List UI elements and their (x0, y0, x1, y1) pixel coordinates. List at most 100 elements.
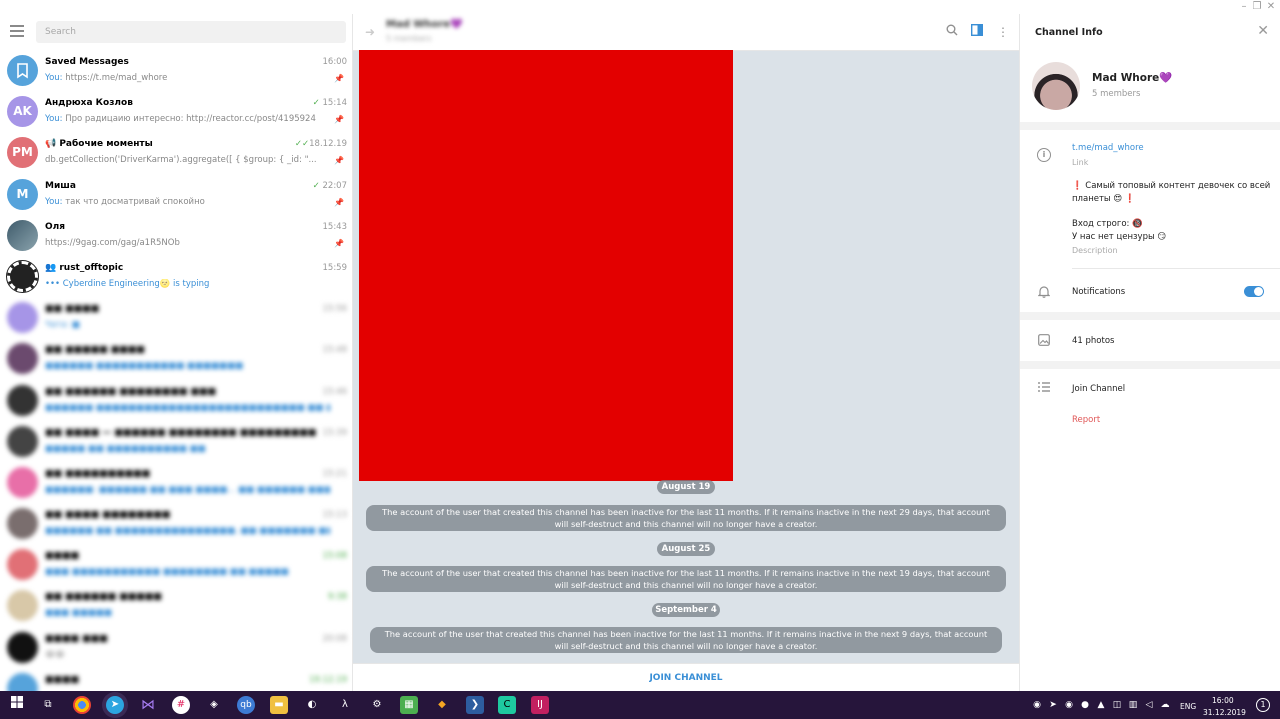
hamburger-menu-icon[interactable] (10, 25, 24, 37)
avatar (7, 672, 38, 691)
windows-start-icon[interactable] (8, 696, 26, 714)
chat-item[interactable]: ■■ ■■■■■■ ■■■■■ 9:38 ■■■ ■■■■■ (0, 585, 352, 626)
chat-item[interactable]: ■■ ■■■■ — ■■■■■■ ■■■■■■■■ ■■■■■■■■■ 15:3… (0, 421, 352, 462)
more-options-icon[interactable]: ⋮ (994, 23, 1012, 41)
chat-preview: ■■■ ■■■■■■■■■■■ ■■■■■■■■ ■■ ■■■■■ (45, 567, 289, 578)
double-check-icon: ✓✓ (294, 139, 310, 150)
info-icon: i (1037, 148, 1051, 162)
avatar (7, 590, 38, 622)
service-message: The account of the user that created thi… (366, 505, 1006, 531)
join-channel-link[interactable]: Join Channel (1072, 384, 1125, 394)
media-image[interactable] (359, 50, 733, 481)
sidebar-toggle-icon[interactable] (968, 23, 986, 41)
description-line: У нас нет цензуры 😏 (1072, 232, 1167, 242)
chat-time: 15:08 (322, 551, 348, 562)
chat-time: 15:21 (322, 468, 348, 479)
maximize-icon[interactable]: ❐ (1250, 0, 1264, 14)
tray-icon[interactable]: ● (1078, 696, 1092, 714)
chat-name: Миша (45, 180, 76, 191)
service-message: The account of the user that created thi… (370, 627, 1002, 653)
intellij-icon[interactable]: IJ (531, 696, 549, 714)
clock-time[interactable]: 16:00 (1212, 696, 1234, 705)
chat-item-rust-offtopic[interactable]: 👥 rust_offtopic 15:59 ••• Cyberdine Engi… (0, 256, 352, 297)
chat-preview-text: так что досматривай спокойно (65, 196, 205, 207)
join-channel-button[interactable]: JOIN CHANNEL (353, 664, 1019, 691)
chat-item[interactable]: ■■ ■■■■■ ■■■■ 15:48 ■■■■■■ ■■■■■■■■■■■ ■… (0, 338, 352, 379)
channel-link[interactable]: t.me/mad_whore (1072, 143, 1144, 153)
chat-item[interactable]: ■■■■ 15:08 ■■■ ■■■■■■■■■■■ ■■■■■■■■ ■■ ■… (0, 544, 352, 585)
close-icon[interactable]: ✕ (1257, 23, 1269, 39)
task-view-icon[interactable]: ⧉ (39, 696, 57, 714)
lambda-icon[interactable]: λ (336, 696, 354, 714)
visual-studio-icon[interactable]: ⋈ (139, 696, 157, 714)
volume-icon[interactable]: ◁ (1142, 696, 1156, 714)
qbittorrent-icon[interactable]: qb (237, 696, 255, 714)
service-message: The account of the user that created thi… (366, 566, 1006, 592)
chat-item-work-moments[interactable]: PM 📢 Рабочие моменты ✓✓18.12.19 db.getCo… (0, 132, 352, 173)
chat-preview: ■■■■■■ ■■■■■■■■■■■■■■■■■■■■■■■■■■ ■■ ■■■… (45, 402, 330, 413)
powershell-icon[interactable]: ❯ (466, 696, 484, 714)
photos-link[interactable]: 41 photos (1072, 336, 1114, 346)
search-icon[interactable] (943, 23, 961, 41)
chat-preview-text: https://t.me/mad_whore (65, 73, 168, 83)
clock-date[interactable]: 31.12.2019 (1203, 708, 1246, 717)
cloud-icon[interactable]: ☁ (1158, 696, 1172, 714)
chat-name: ■■ ■■■■■ ■■■■ (45, 345, 145, 356)
chat-item[interactable]: ■■■■ 19.12.19 (0, 668, 352, 691)
language-indicator[interactable]: ENG (1180, 702, 1196, 711)
spreadsheet-icon[interactable]: ▦ (400, 696, 418, 714)
list-icon (1037, 382, 1051, 396)
steam-icon[interactable]: ⚙ (368, 696, 386, 714)
chat-preview: db.getCollection('DriverKarma').aggregat… (45, 155, 317, 166)
minimize-icon[interactable]: – (1237, 0, 1251, 14)
tray-icon[interactable]: ▲ (1094, 696, 1108, 714)
chat-item-olya[interactable]: Оля 15:43 https://9gag.com/gag/a1R5NOb 📌 (0, 215, 352, 256)
avatar (7, 219, 38, 251)
tray-icon[interactable]: ◉ (1030, 696, 1044, 714)
chat-item[interactable]: ■■ ■■■■ ■■■■■■■■ 15:13 ■■■■■■ ■■ ■■■■■■■… (0, 503, 352, 544)
avatar (7, 549, 38, 581)
notifications-toggle[interactable] (1244, 286, 1264, 297)
telegram-icon[interactable]: ➤ (106, 696, 124, 714)
channel-name: Mad Whore💜 (1092, 72, 1173, 84)
tray-telegram-icon[interactable]: ➤ (1046, 696, 1060, 714)
chrome-icon[interactable] (73, 696, 91, 714)
description-label: Description (1072, 246, 1118, 255)
tray-icon[interactable]: ◉ (1062, 696, 1076, 714)
chat-list-panel: Saved Messages 16:00 You: https://t.me/m… (0, 14, 353, 691)
chat-time: 15:56 (322, 304, 348, 315)
avatar (6, 259, 39, 293)
chat-item[interactable]: ■■ ■■■■ 15:56 Чата: ■ (0, 297, 352, 338)
back-arrow-icon[interactable]: ➜ (365, 25, 375, 39)
report-link[interactable]: Report (1072, 415, 1100, 425)
network-icon[interactable]: ▥ (1126, 696, 1140, 714)
file-explorer-icon[interactable]: ▬ (270, 696, 288, 714)
chat-time-text: 18.12.19 (309, 139, 347, 150)
channel-title[interactable]: Mad Whore💜 (386, 19, 463, 30)
description-line: Вход строго: 🔞 (1072, 219, 1143, 229)
chat-name: ■■ ■■■■■■ ■■■■■■■■ ■■■ (45, 386, 216, 397)
search-input[interactable] (36, 21, 346, 43)
chat-item-andryuha[interactable]: AK Андрюха Козлов ✓ 15:14 You: Про радиц… (0, 91, 352, 132)
members-count[interactable]: 5 members (1092, 89, 1140, 99)
chat-item-saved-messages[interactable]: Saved Messages 16:00 You: https://t.me/m… (0, 50, 352, 91)
notification-center-icon[interactable]: 1 (1256, 698, 1270, 712)
slack-icon[interactable]: # (172, 696, 190, 714)
chat-time: 9:38 (327, 592, 347, 603)
chat-name: ■■ ■■■■■■ ■■■■■ (45, 592, 162, 603)
fox-app-icon[interactable]: ◈ (205, 696, 223, 714)
chat-item[interactable]: ■■■■ ■■■ 20:08 😭😭 (0, 627, 352, 668)
pycharm-icon[interactable]: C (498, 696, 516, 714)
chat-preview: You: Про радицаию интересно: http://reac… (45, 114, 330, 124)
chat-time: 15:46 (322, 386, 348, 397)
close-window-icon[interactable]: ✕ (1264, 0, 1278, 14)
channel-avatar[interactable] (1032, 62, 1080, 110)
sourcetree-icon[interactable]: ◆ (433, 696, 451, 714)
chat-time: 20:08 (322, 633, 348, 644)
chat-item[interactable]: ■■ ■■■■■■ ■■■■■■■■ ■■■ 15:46 ■■■■■■ ■■■■… (0, 380, 352, 421)
chat-item-misha[interactable]: M Миша ✓ 22:07 You: так что досматривай … (0, 174, 352, 215)
chat-name: ■■ ■■■■ — ■■■■■■ ■■■■■■■■ ■■■■■■■■■ (45, 427, 317, 438)
tray-icon[interactable]: ◫ (1110, 696, 1124, 714)
ball-app-icon[interactable]: ◐ (303, 696, 321, 714)
chat-item[interactable]: ■■ ■■■■■■■■■■ 15:21 ■■■■■■: ■■■■■■ ■■ ■■… (0, 462, 352, 503)
